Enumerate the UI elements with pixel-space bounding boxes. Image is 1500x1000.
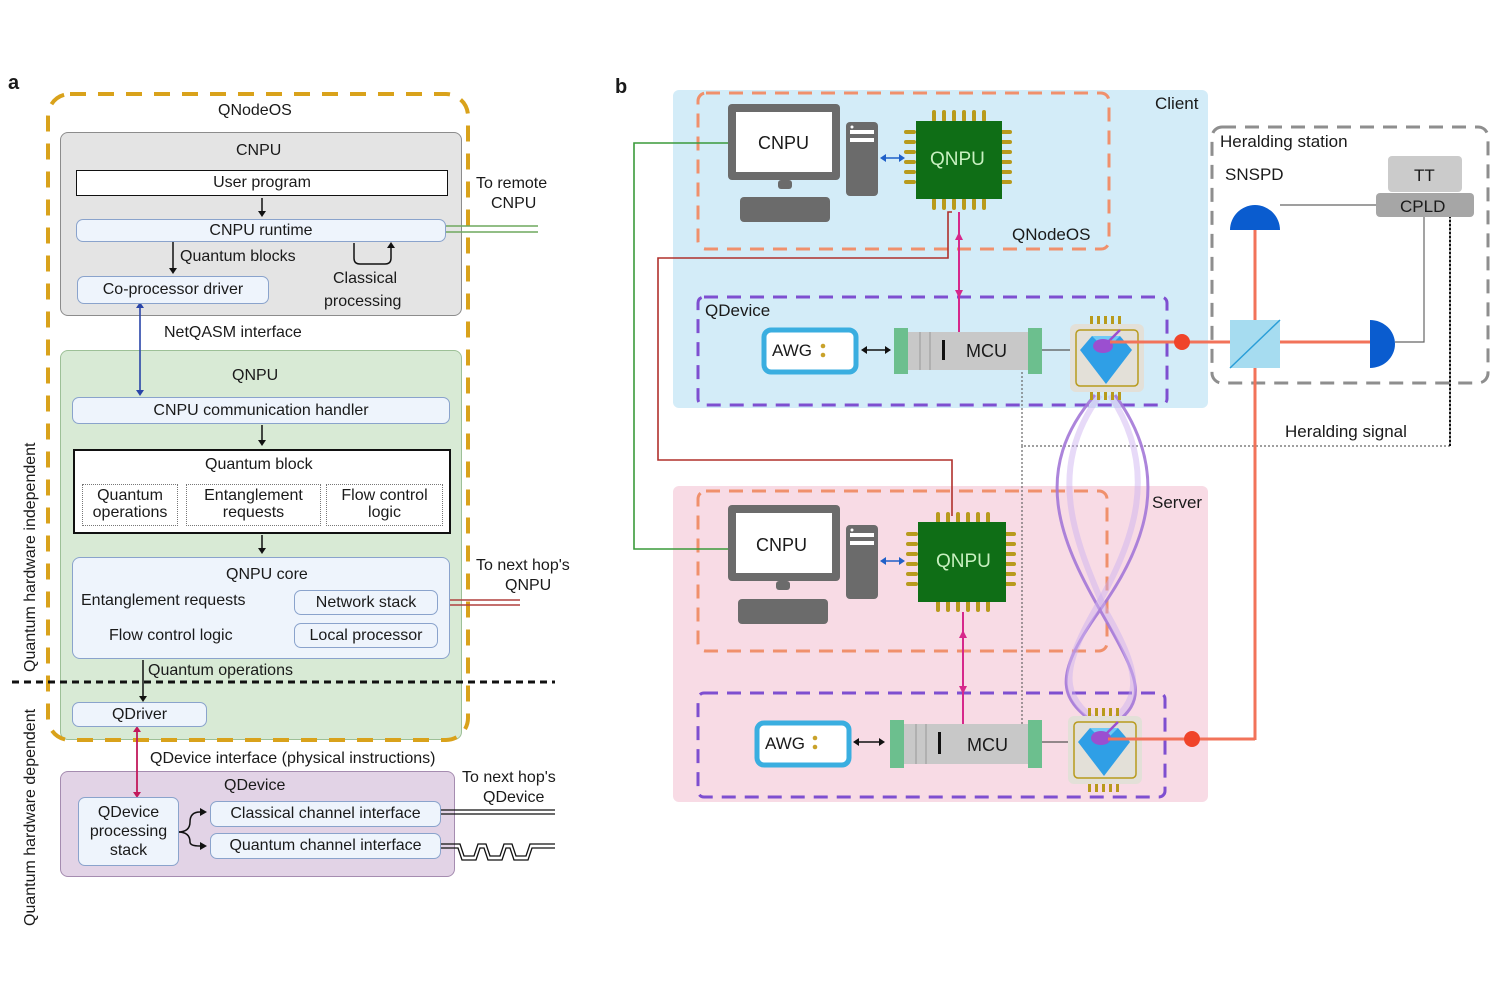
- server-nv-center-icon: [1068, 708, 1142, 792]
- client-mcu-label: MCU: [966, 341, 1007, 361]
- client-qnodeos-label: QNodeOS: [1012, 225, 1091, 244]
- snspd-detector-top-icon: [1230, 205, 1280, 230]
- client-qnpu-mcu-arrow: [955, 212, 963, 332]
- client-title: Client: [1155, 94, 1199, 113]
- client-qdevice-label: QDevice: [705, 301, 771, 320]
- server-photon-icon: [1184, 731, 1200, 747]
- server-title: Server: [1152, 493, 1203, 512]
- snspd-detector-right-icon: [1370, 320, 1395, 368]
- client-qnpu-label: QNPU: [930, 149, 985, 170]
- tt-label: TT: [1414, 166, 1435, 185]
- server-qnpu-label: QNPU: [936, 551, 991, 572]
- client-awg-mcu-arrow: [861, 346, 891, 354]
- server-qnpu-mcu-arrow: [959, 612, 967, 726]
- heralding-signal-label: Heralding signal: [1285, 422, 1407, 441]
- server-awg-mcu-arrow: [853, 738, 885, 746]
- server-mcu-icon: [890, 720, 1042, 768]
- client-cnpu-label: CNPU: [758, 133, 810, 153]
- server-cnpu-label: CNPU: [756, 535, 808, 555]
- server-mcu-label: MCU: [967, 735, 1008, 755]
- client-cpu-qnpu-arrow: [880, 154, 905, 162]
- client-computer-icon: [728, 104, 878, 222]
- client-nv-center-icon: [1070, 316, 1144, 400]
- snspd-label: SNSPD: [1225, 165, 1284, 184]
- server-computer-icon: [728, 505, 878, 624]
- client-awg-label: AWG: [772, 341, 812, 360]
- heralding-station-title: Heralding station: [1220, 132, 1348, 151]
- client-photon-icon: [1174, 334, 1190, 350]
- server-awg-label: AWG: [765, 734, 805, 753]
- cpld-label: CPLD: [1400, 197, 1446, 216]
- server-cpu-qnpu-arrow: [880, 557, 905, 565]
- entangled-fiber: [1055, 393, 1150, 730]
- cnpu-classical-link: [633, 142, 730, 550]
